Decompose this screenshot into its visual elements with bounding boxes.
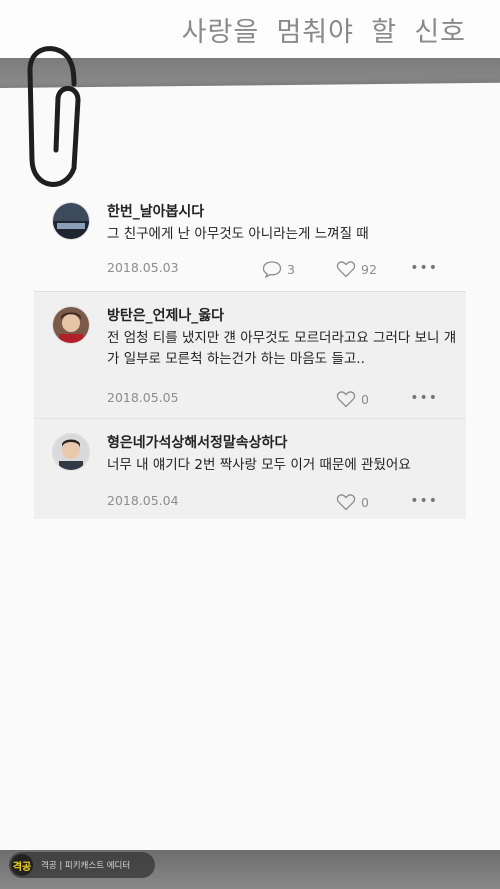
more-options-button[interactable]: ••• bbox=[410, 390, 438, 406]
comment-text: 전 엄청 티를 냈지만 걘 아무것도 모르더라고요 그러다 보니 걔가 일부로 … bbox=[107, 330, 457, 367]
like-count: 0 bbox=[361, 494, 369, 510]
like-count: 92 bbox=[361, 261, 377, 277]
comment-item: 형은네가석상해서정말속상하다 너무 내 얘기다 2번 짝사랑 모두 이거 때문에… bbox=[34, 418, 466, 519]
paperclip-icon bbox=[27, 46, 81, 187]
editor-badge[interactable]: 격공 격공 | 피키캐스트 에디터 bbox=[9, 852, 155, 878]
like-button[interactable]: 0 bbox=[336, 493, 369, 511]
avatar-image bbox=[53, 434, 89, 470]
avatar[interactable] bbox=[52, 433, 90, 471]
avatar[interactable] bbox=[52, 202, 90, 240]
comment-text: 너무 내 얘기다 2번 짝사랑 모두 이거 때문에 관뒀어요 bbox=[107, 457, 411, 473]
comment-item: 방탄은_언제나_옳다 전 엄청 티를 냈지만 걘 아무것도 모르더라고요 그러다… bbox=[34, 292, 466, 418]
avatar[interactable] bbox=[52, 306, 90, 344]
comment-text: 그 친구에게 난 아무것도 아니라는게 느껴질 때 bbox=[107, 226, 369, 242]
comment-username[interactable]: 방탄은_언제나_옳다 bbox=[107, 305, 224, 325]
reply-count: 3 bbox=[287, 261, 295, 277]
speech-bubble-icon bbox=[262, 261, 282, 278]
comment-date: 2018.05.05 bbox=[107, 390, 179, 405]
heart-icon bbox=[336, 261, 356, 278]
reply-button[interactable]: 3 bbox=[262, 260, 295, 278]
more-options-button[interactable]: ••• bbox=[410, 493, 438, 509]
comment-username[interactable]: 형은네가석상해서정말속상하다 bbox=[107, 432, 287, 452]
avatar-image bbox=[53, 307, 89, 343]
comment-meta: 2018.05.04 0 ••• bbox=[107, 493, 466, 511]
editor-credit: 격공 | 피키캐스트 에디터 bbox=[41, 861, 131, 871]
comment-list: 한번_날아봅시다 그 친구에게 난 아무것도 아니라는게 느껴질 때 2018.… bbox=[34, 188, 466, 519]
brand-logo: 격공 bbox=[11, 854, 33, 876]
like-button[interactable]: 92 bbox=[336, 260, 377, 278]
like-count: 0 bbox=[361, 391, 369, 407]
comment-username[interactable]: 한번_날아봅시다 bbox=[107, 201, 204, 221]
heart-icon bbox=[336, 494, 356, 511]
like-button[interactable]: 0 bbox=[336, 390, 369, 408]
comment-meta: 2018.05.03 3 92 ••• bbox=[107, 260, 466, 278]
more-options-button[interactable]: ••• bbox=[410, 260, 438, 276]
comment-date: 2018.05.04 bbox=[107, 493, 179, 508]
comment-meta: 2018.05.05 0 ••• bbox=[107, 390, 466, 408]
page-title: 사랑을 멈춰야 할 신호 bbox=[181, 17, 466, 48]
heart-icon bbox=[336, 391, 356, 408]
comment-item: 한번_날아봅시다 그 친구에게 난 아무것도 아니라는게 느껴질 때 2018.… bbox=[34, 188, 466, 291]
comment-date: 2018.05.03 bbox=[107, 260, 179, 275]
avatar-image bbox=[53, 203, 89, 239]
